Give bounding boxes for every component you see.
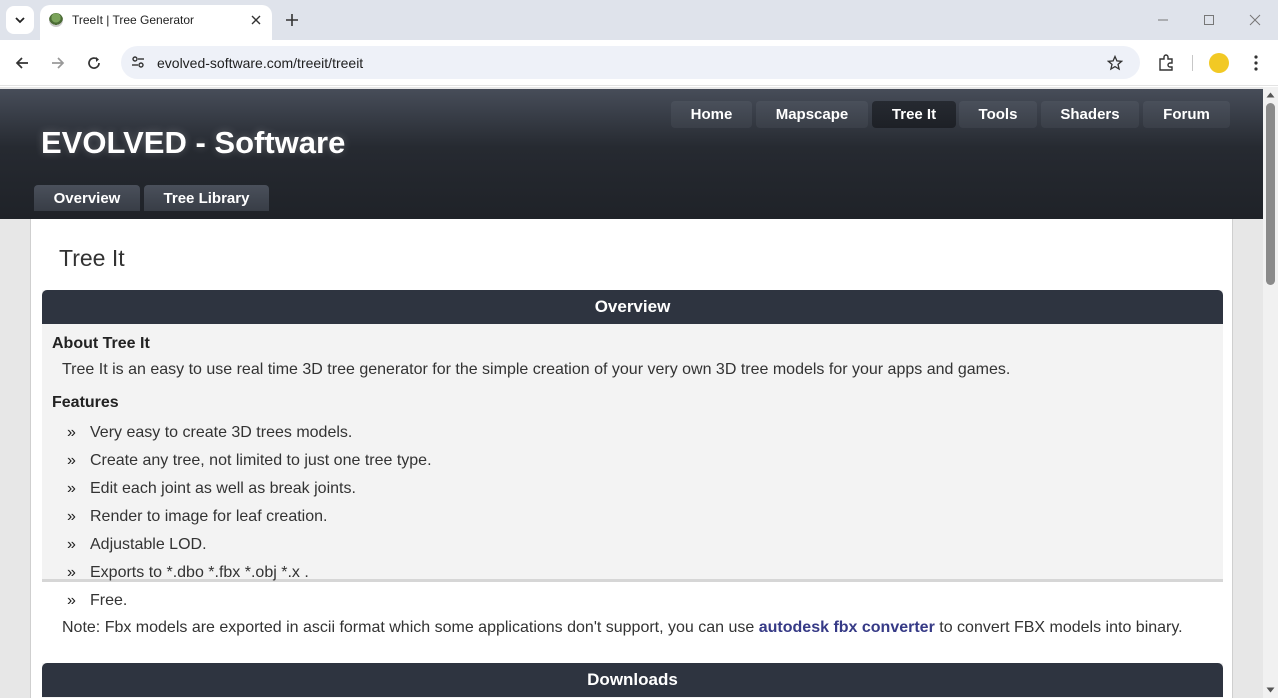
scroll-up-icon[interactable] [1266,91,1275,99]
features-title: Features [52,394,119,411]
double-chevron-icon: » [67,480,76,497]
site-title[interactable]: EVOLVED - Software [41,125,345,161]
forward-icon[interactable] [45,50,71,76]
double-chevron-icon: » [67,452,76,469]
url-text[interactable]: evolved-software.com/treeit/treeit [157,55,363,71]
nav-tools[interactable]: Tools [959,101,1037,128]
site-header: EVOLVED - Software Home Mapscape Tree It… [0,89,1263,219]
about-title: About Tree It [52,335,150,352]
nav-shaders[interactable]: Shaders [1041,101,1139,128]
page-viewport: EVOLVED - Software Home Mapscape Tree It… [0,87,1278,698]
about-text: Tree It is an easy to use real time 3D t… [62,361,1011,378]
more-menu-icon[interactable] [1243,50,1269,76]
page-scrollbar[interactable] [1263,87,1278,698]
plus-icon[interactable] [281,9,303,31]
nav-home[interactable]: Home [671,101,752,128]
scroll-down-icon[interactable] [1266,686,1275,694]
content-area: Tree It Overview About Tree It Tree It i… [30,219,1233,698]
extensions-icon[interactable] [1153,50,1179,76]
double-chevron-icon: » [67,536,76,553]
fbx-converter-link[interactable]: autodesk fbx converter [759,619,935,636]
close-icon[interactable] [246,10,266,30]
tab-search-icon[interactable] [6,6,34,34]
toolbar-separator [1192,55,1193,71]
favicon-icon [49,13,63,27]
browser-toolbar: evolved-software.com/treeit/treeit [0,40,1278,86]
downloads-header: Downloads [42,663,1223,697]
page-title: Tree It [59,245,125,271]
list-item: » Adjustable LOD. [67,536,207,553]
overview-section: Overview About Tree It Tree It is an eas… [42,290,1223,636]
double-chevron-icon: » [67,424,76,441]
double-chevron-icon: » [67,592,76,609]
nav-forum[interactable]: Forum [1143,101,1230,128]
maximize-icon[interactable] [1196,8,1222,32]
minimize-icon[interactable] [1150,8,1176,32]
window-close-icon[interactable] [1242,8,1268,32]
nav-mapscape[interactable]: Mapscape [756,101,868,128]
back-icon[interactable] [9,50,35,76]
list-item: » Edit each joint as well as break joints… [67,480,356,497]
double-chevron-icon: » [67,508,76,525]
list-item: » Create any tree, not limited to just on… [67,452,432,469]
list-item: » Render to image for leaf creation. [67,508,328,525]
address-bar[interactable]: evolved-software.com/treeit/treeit [121,46,1140,79]
site-info-icon[interactable] [127,51,149,73]
profile-avatar[interactable] [1206,50,1232,76]
browser-tab[interactable]: TreeIt | Tree Generator [40,5,272,40]
list-item: » Free. [67,592,128,609]
subnav-overview[interactable]: Overview [34,185,140,211]
subnav-tree-library[interactable]: Tree Library [144,185,269,211]
star-icon[interactable] [1104,52,1126,74]
nav-tree-it[interactable]: Tree It [872,101,956,128]
list-item: » Exports to *.dbo *.fbx *.obj *.x . [67,564,309,581]
browser-tab-strip: TreeIt | Tree Generator [0,0,1278,40]
downloads-section: Downloads [42,663,1223,698]
scroll-thumb[interactable] [1266,103,1275,285]
double-chevron-icon: » [67,564,76,581]
tab-title: TreeIt | Tree Generator [72,13,195,27]
reload-icon[interactable] [81,50,107,76]
overview-header: Overview [42,290,1223,324]
fbx-note: Note: Fbx models are exported in ascii f… [62,619,1183,636]
list-item: » Very easy to create 3D trees models. [67,424,353,441]
